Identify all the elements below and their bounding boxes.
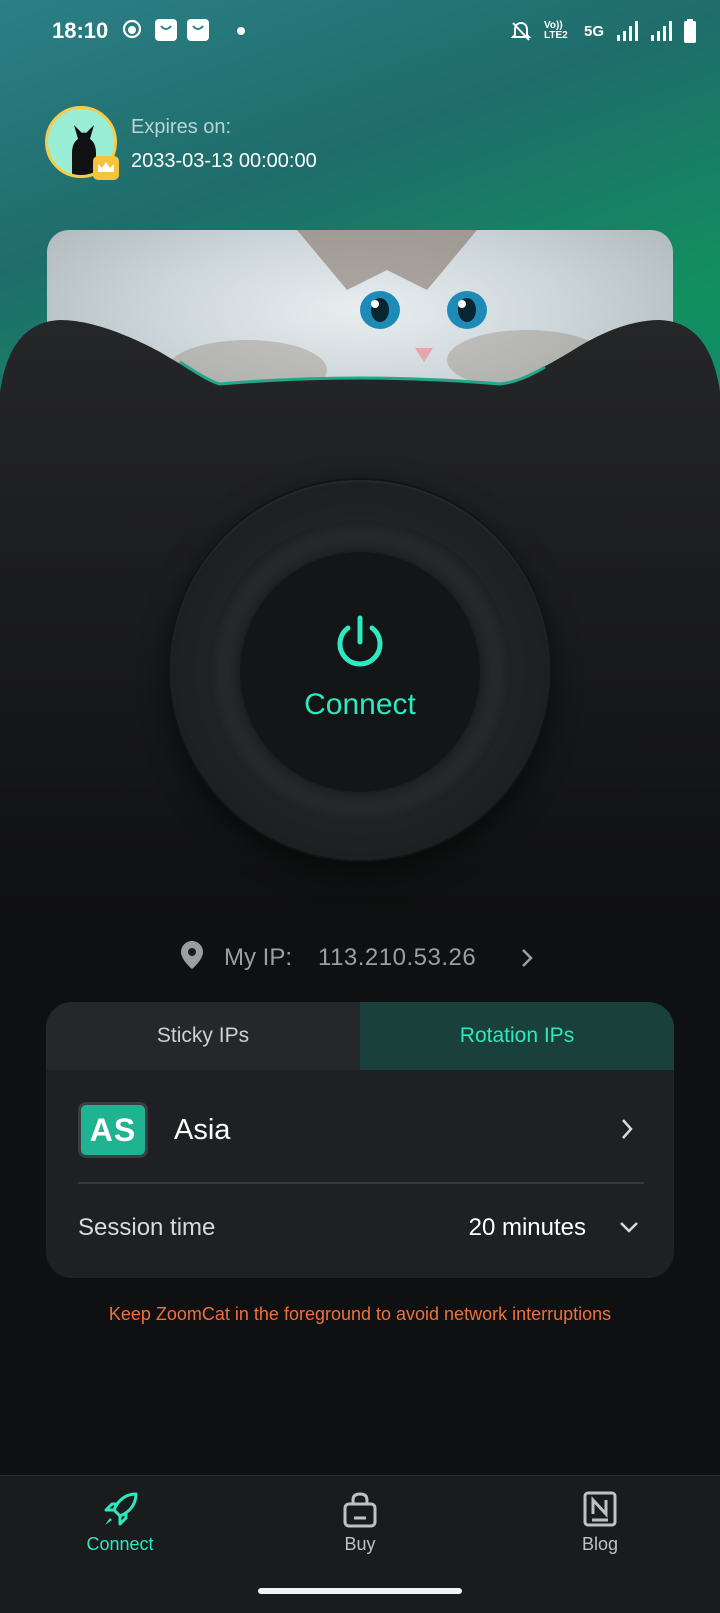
chevron-down-icon[interactable] (618, 1220, 640, 1234)
volte-label: Vo)) LTE2 (543, 20, 568, 41)
region-badge: AS (78, 1102, 148, 1158)
shopping-bag-icon (343, 1492, 377, 1528)
bell-off-icon (510, 21, 532, 41)
divider (78, 1182, 644, 1184)
shopping-bag-icon (155, 19, 177, 41)
my-ip-label: My IP: (224, 944, 293, 971)
session-time-value[interactable]: 20 minutes (469, 1214, 586, 1242)
expires-date: 2033-03-13 00:00:00 (131, 150, 317, 172)
power-icon (337, 615, 383, 667)
crown-icon (93, 156, 119, 180)
dot-icon (237, 27, 245, 35)
cat-app-icon (122, 19, 142, 38)
tab-sticky-ips[interactable]: Sticky IPs (46, 1002, 360, 1070)
chevron-right-icon (522, 949, 533, 967)
location-pin-icon (181, 941, 203, 969)
nav-connect-label: Connect (86, 1534, 154, 1554)
my-ip-value: 113.210.53.26 (318, 944, 477, 971)
network-label: 5G (583, 22, 604, 40)
nav-buy-label: Buy (344, 1534, 376, 1554)
connect-label: Connect (304, 688, 416, 721)
tab-rotation-ips[interactable]: Rotation IPs (360, 1002, 674, 1070)
session-time-label: Session time (78, 1214, 216, 1241)
shopping-bag-icon (187, 19, 209, 41)
status-bar: 18:10 Vo)) LTE2 5G (0, 0, 720, 62)
nav-blog[interactable]: Blog (520, 1490, 680, 1555)
region-name: Asia (174, 1114, 231, 1146)
my-ip-row[interactable]: My IP: 113.210.53.26 (0, 940, 720, 980)
expires-label: Expires on: (131, 116, 232, 138)
battery-icon (684, 19, 696, 43)
nav-connect[interactable]: Connect (40, 1490, 200, 1555)
home-indicator[interactable] (258, 1588, 462, 1594)
connect-button[interactable]: Connect (240, 552, 480, 792)
region-selector[interactable]: AS Asia (46, 1082, 674, 1178)
nav-buy[interactable]: Buy (280, 1490, 440, 1555)
rocket-icon (104, 1492, 138, 1526)
nav-blog-label: Blog (581, 1534, 619, 1554)
chevron-right-icon (622, 1119, 633, 1139)
signal-icon (617, 21, 638, 41)
ip-settings-card: Sticky IPs Rotation IPs AS Asia Session … (46, 1002, 674, 1278)
foreground-warning: Keep ZoomCat in the foreground to avoid … (108, 1304, 612, 1324)
signal-icon (651, 21, 672, 41)
notion-blog-icon (583, 1491, 617, 1527)
status-time: 18:10 (52, 18, 109, 43)
status-right-icons: Vo)) LTE2 5G (510, 16, 696, 46)
